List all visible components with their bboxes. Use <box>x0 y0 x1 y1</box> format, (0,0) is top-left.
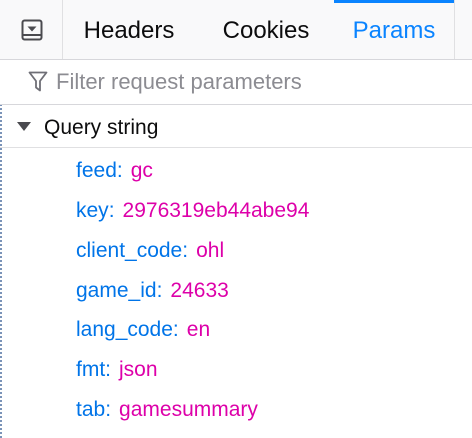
filter-bar <box>0 60 472 105</box>
param-separator: : <box>108 199 115 222</box>
tab-cookies[interactable]: Cookies <box>205 0 327 59</box>
param-separator: : <box>116 159 123 182</box>
param-key: feed <box>76 159 117 182</box>
param-key: tab <box>76 398 106 421</box>
param-value: ohl <box>196 239 225 262</box>
param-row[interactable]: client_code: ohl <box>76 231 224 271</box>
param-separator: : <box>156 279 163 302</box>
param-separator: : <box>172 318 179 341</box>
param-row[interactable]: fmt: json <box>76 350 158 390</box>
param-value: gc <box>130 159 153 182</box>
param-separator: : <box>105 358 112 381</box>
tab-params[interactable]: Params <box>334 0 454 59</box>
param-key: lang_code <box>76 318 173 341</box>
param-row[interactable]: feed: gc <box>76 151 153 191</box>
funnel-icon <box>28 71 48 92</box>
tab-bar-divider <box>454 0 455 59</box>
query-string-section-header[interactable]: Query string <box>0 106 472 148</box>
chevron-down-icon[interactable] <box>17 122 31 131</box>
param-separator: : <box>182 239 189 262</box>
param-key: game_id <box>76 279 157 302</box>
param-key: key <box>76 199 109 222</box>
param-value: 2976319eb44abe94 <box>122 199 310 222</box>
tab-bar: Headers Cookies Params <box>0 0 472 60</box>
param-row[interactable]: lang_code: en <box>76 310 210 350</box>
param-separator: : <box>105 398 112 421</box>
sidebar-toggle-button[interactable] <box>20 18 44 42</box>
param-key: fmt <box>76 358 106 381</box>
tab-headers[interactable]: Headers <box>70 0 188 59</box>
tab-bar-divider <box>62 0 63 59</box>
param-row[interactable]: key: 2976319eb44abe94 <box>76 191 309 231</box>
param-key: client_code <box>76 239 183 262</box>
param-value: gamesummary <box>119 398 258 421</box>
section-title: Query string <box>44 116 159 139</box>
param-row[interactable]: tab: gamesummary <box>76 390 258 430</box>
sidebar-toggle-icon <box>21 19 43 41</box>
param-row[interactable]: game_id: 24633 <box>76 271 229 311</box>
filter-input[interactable] <box>56 66 456 98</box>
param-value: 24633 <box>170 279 229 302</box>
param-value: en <box>186 318 211 341</box>
param-value: json <box>119 358 158 381</box>
